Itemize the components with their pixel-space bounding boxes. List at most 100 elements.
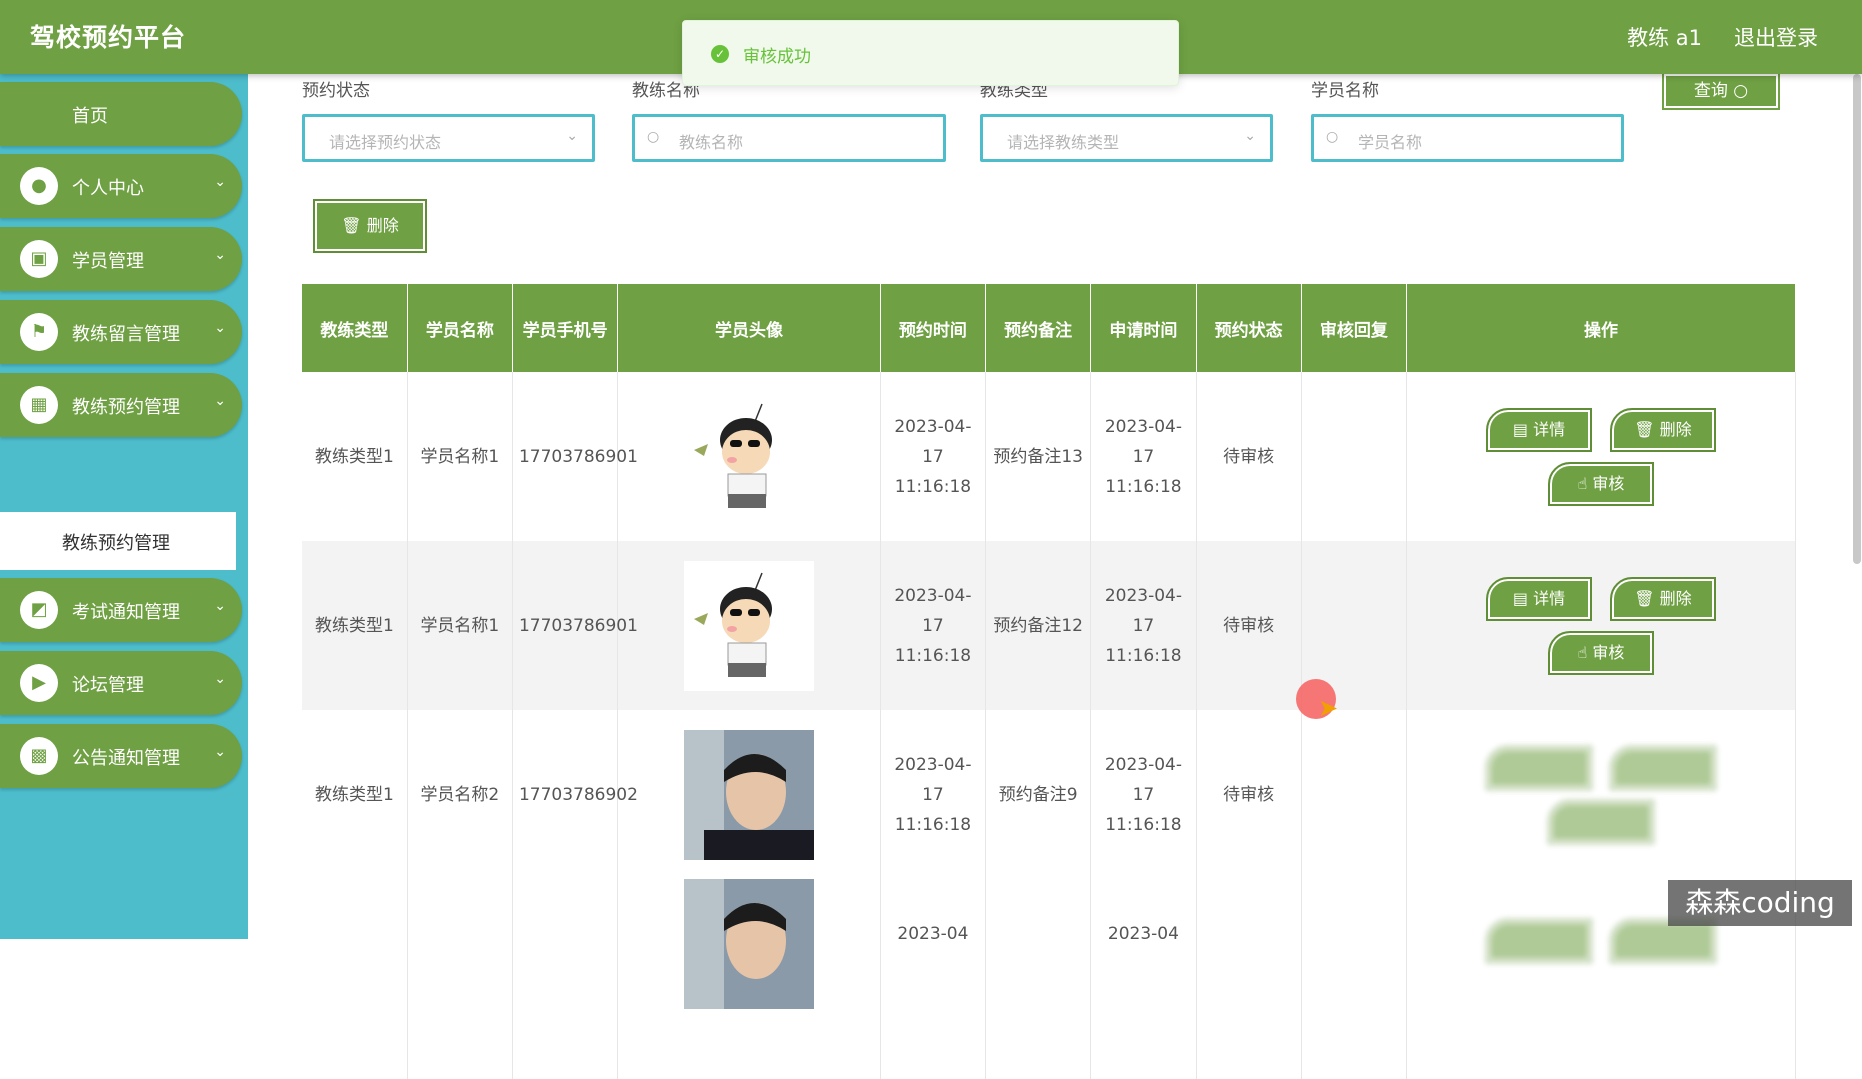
chart-icon: ◩ xyxy=(20,591,58,629)
sidebar-item-announcement[interactable]: ▩ 公告通知管理 ⌄ xyxy=(0,724,242,788)
detail-button[interactable] xyxy=(1485,745,1592,790)
col-header-reply: 审核回复 xyxy=(1301,284,1407,372)
chevron-down-icon: ⌄ xyxy=(214,598,226,614)
sidebar-item-label: 个人中心 xyxy=(72,178,144,199)
cell-avatar xyxy=(617,541,881,710)
video-icon: ▶ xyxy=(20,664,58,702)
cell-remark: 预约备注13 xyxy=(985,372,1092,541)
coach-type-select[interactable]: 请选择教练类型 ⌄ xyxy=(980,114,1273,162)
sidebar-item-home[interactable]: 首页 xyxy=(0,82,242,146)
coach-name-placeholder: 教练名称 xyxy=(679,133,744,152)
table-row: 教练类型1 学员名称2 17703786902 2023-04-17 11:16… xyxy=(302,710,1797,879)
sidebar-item-label: 学员管理 xyxy=(72,251,144,272)
trash-icon: 🗑 xyxy=(1634,419,1660,439)
check-circle-icon: ✓ xyxy=(711,45,729,63)
chevron-down-icon: ⌄ xyxy=(214,174,226,190)
delete-button[interactable] xyxy=(1609,745,1716,790)
detail-button[interactable] xyxy=(1485,919,1592,963)
bulk-delete-label: 删除 xyxy=(366,216,399,235)
sidebar-item-coach-appointment[interactable]: ▦ 教练预约管理 ⌄ xyxy=(0,373,242,437)
sidebar-item-label: 公告通知管理 xyxy=(72,748,180,769)
col-header-phone: 学员手机号 xyxy=(512,284,619,372)
toast-message: 审核成功 xyxy=(743,47,811,67)
watermark: 森森coding xyxy=(1668,880,1852,926)
detail-label: 详情 xyxy=(1533,419,1566,439)
clipboard-icon: ▣ xyxy=(20,240,58,278)
col-header-coach-type: 教练类型 xyxy=(302,284,408,372)
chevron-down-icon: ⌄ xyxy=(1244,128,1256,144)
search-icon: ○ xyxy=(1326,129,1339,145)
sidebar-item-label: 考试通知管理 xyxy=(72,602,180,623)
hand-icon: ☝ xyxy=(1577,642,1593,662)
review-button[interactable]: ☝ 审核 xyxy=(1547,461,1654,506)
col-header-appointment-time: 预约时间 xyxy=(880,284,987,372)
table-row: 教练类型1 学员名称1 17703786901 2023-04-17 11:16 xyxy=(302,372,1797,541)
cell-reply xyxy=(1301,879,1407,1079)
sidebar-item-coach-message[interactable]: ⚑ 教练留言管理 ⌄ xyxy=(0,300,242,364)
sidebar-item-personal-center[interactable]: ● 个人中心 ⌄ xyxy=(0,154,242,218)
cell-apply-time: 2023-04-17 11:16:18 xyxy=(1090,710,1197,879)
detail-button[interactable]: ▤ 详情 xyxy=(1485,576,1592,621)
logout-link[interactable]: 退出登录 xyxy=(1734,22,1818,52)
cell-actions: ▤ 详情 🗑 删除 ☝ 审核 xyxy=(1406,372,1797,541)
table-row: 教练类型1 学员名称1 17703786901 2023-04-17 11:16 xyxy=(302,541,1797,710)
sidebar-item-forum[interactable]: ▶ 论坛管理 ⌄ xyxy=(0,651,242,715)
col-header-status: 预约状态 xyxy=(1196,284,1302,372)
table-row: 2023-04 2023-04 xyxy=(302,879,1797,1079)
cell-coach-type xyxy=(302,879,408,1079)
bulk-delete-button[interactable]: 🗑 删除 xyxy=(313,199,427,253)
cell-student-name: 学员名称1 xyxy=(407,541,513,710)
student-name-placeholder: 学员名称 xyxy=(1358,133,1423,152)
col-header-avatar: 学员头像 xyxy=(617,284,881,372)
coach-name-input[interactable]: ○ 教练名称 xyxy=(632,114,946,162)
cell-phone xyxy=(512,879,619,1079)
cell-avatar xyxy=(617,710,881,879)
col-header-student-name: 学员名称 xyxy=(407,284,513,372)
chevron-down-icon: ⌄ xyxy=(214,247,226,263)
sidebar: 首页 ● 个人中心 ⌄ ▣ 学员管理 ⌄ ⚑ 教练留言管理 ⌄ ▦ 教练预约管理… xyxy=(0,74,248,939)
cell-phone: 17703786901 xyxy=(512,372,638,541)
grid-icon: ▦ xyxy=(20,386,58,424)
status-select[interactable]: 请选择预约状态 ⌄ xyxy=(302,114,595,162)
cell-avatar xyxy=(617,879,881,1079)
query-label: 查询 xyxy=(1693,81,1728,101)
review-button[interactable] xyxy=(1547,799,1654,844)
cell-appointment-time: 2023-04-17 11:16:18 xyxy=(880,541,987,710)
detail-label: 详情 xyxy=(1533,588,1566,608)
detail-button[interactable]: ▤ 详情 xyxy=(1485,407,1592,452)
cell-remark: 预约备注9 xyxy=(985,710,1092,879)
user-icon: ● xyxy=(20,167,58,205)
sidebar-subitem-coach-appointment[interactable]: 教练预约管理 xyxy=(0,512,236,570)
cell-status: 待审核 xyxy=(1196,541,1302,710)
search-icon: ○ xyxy=(647,129,660,145)
review-button[interactable]: ☝ 审核 xyxy=(1547,630,1654,675)
cell-status xyxy=(1196,879,1302,1079)
cell-actions xyxy=(1406,710,1797,879)
sidebar-item-label: 教练留言管理 xyxy=(72,324,180,345)
review-label: 审核 xyxy=(1592,642,1625,662)
cell-appointment-time: 2023-04-17 11:16:18 xyxy=(880,372,987,541)
student-name-input[interactable]: ○ 学员名称 xyxy=(1311,114,1624,162)
sidebar-item-label: 首页 xyxy=(72,106,108,127)
sidebar-item-student-management[interactable]: ▣ 学员管理 ⌄ xyxy=(0,227,242,291)
query-button[interactable]: 查询 ○ xyxy=(1662,72,1780,110)
current-user: 教练 a1 xyxy=(1627,26,1702,50)
flag-icon: ⚑ xyxy=(20,313,58,351)
student-avatar-image xyxy=(684,879,814,1009)
document-icon: ▤ xyxy=(1512,419,1534,439)
cell-status: 待审核 xyxy=(1196,710,1302,879)
apps-icon: ▩ xyxy=(20,737,58,775)
cell-remark xyxy=(985,879,1092,1079)
delete-button[interactable]: 🗑 删除 xyxy=(1609,576,1716,621)
vertical-scrollbar[interactable] xyxy=(1853,74,1861,564)
delete-button[interactable]: 🗑 删除 xyxy=(1609,407,1716,452)
cell-coach-type: 教练类型1 xyxy=(302,710,408,879)
chevron-down-icon: ⌄ xyxy=(214,671,226,687)
cell-status: 待审核 xyxy=(1196,372,1302,541)
cell-appointment-time: 2023-04-17 11:16:18 xyxy=(880,710,987,879)
cell-student-name: 学员名称1 xyxy=(407,372,513,541)
sidebar-item-exam-notice[interactable]: ◩ 考试通知管理 ⌄ xyxy=(0,578,242,642)
status-placeholder: 请选择预约状态 xyxy=(329,133,442,152)
col-header-apply-time: 申请时间 xyxy=(1090,284,1197,372)
cell-avatar xyxy=(617,372,881,541)
